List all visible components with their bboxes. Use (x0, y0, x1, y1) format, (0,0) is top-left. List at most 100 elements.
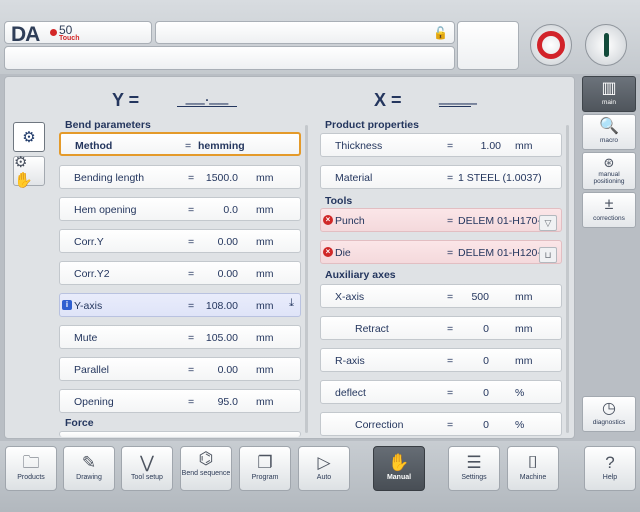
row-force-partial[interactable] (59, 431, 301, 437)
row-label: Method (75, 140, 113, 152)
row-punch[interactable]: × Punch = DELEM 01-H170- ▽ (320, 208, 562, 232)
nav-auto[interactable]: ▷ Auto (298, 446, 350, 491)
row-unit: mm (515, 291, 533, 303)
row-correction[interactable]: Correction = 0 % (320, 412, 562, 436)
info-bar (4, 46, 455, 70)
unlock-icon[interactable]: 🔓 (433, 26, 448, 40)
row-value: 0 (483, 355, 489, 367)
sidebar-label: manual positioning (593, 171, 625, 185)
row-corr-y2[interactable]: Corr.Y2 = 0.00 mm (59, 261, 301, 285)
nav-help[interactable]: ? Help (584, 446, 636, 491)
nav-manual[interactable]: ✋ Manual (373, 446, 425, 491)
row-deflect[interactable]: deflect = 0 % (320, 380, 562, 404)
row-eq: = (447, 247, 454, 259)
row-die[interactable]: × Die = DELEM 01-H120- ⊔ (320, 240, 562, 264)
row-bending-length[interactable]: Bending length = 1500.0 mm (59, 165, 301, 189)
row-value: 0 (483, 387, 489, 399)
die-icon[interactable]: ⊔ (539, 247, 557, 263)
row-value: 108.00 (205, 300, 238, 312)
row-label: Retract (355, 323, 389, 335)
row-unit: mm (256, 396, 274, 408)
row-hem-opening[interactable]: Hem opening = 0.0 mm (59, 197, 301, 221)
row-thickness[interactable]: Thickness = 1.00 mm (320, 133, 562, 157)
row-label: Mute (74, 332, 98, 344)
nav-tool-setup[interactable]: ⋁ Tool setup (121, 446, 173, 491)
nav-settings[interactable]: ☰ Settings (448, 446, 500, 491)
manual-gear-icon[interactable]: ⚙✋ (13, 154, 45, 189)
info-badge-icon: i (62, 300, 72, 310)
row-value: DELEM 01-H120- (458, 247, 541, 259)
logo-sub: Touch (59, 35, 80, 42)
sidebar-label: diagnostics (592, 419, 626, 426)
row-label: Corr.Y (74, 236, 104, 248)
import-icon[interactable]: ⤓ (289, 297, 294, 310)
stop-icon (537, 31, 565, 59)
sidebar-manual-positioning-button[interactable]: ⊛ manual positioning (582, 152, 636, 190)
row-opening[interactable]: Opening = 95.0 mm (59, 389, 301, 413)
x-axis-value: ____ (439, 86, 477, 107)
row-unit: % (515, 419, 525, 431)
bend-sequence-icon: ⌬ (198, 449, 214, 468)
row-value: 0 (483, 323, 489, 335)
stop-button[interactable] (530, 24, 572, 66)
row-value: 1500.0 (205, 172, 238, 184)
row-eq: = (185, 140, 192, 152)
error-badge-icon: × (323, 215, 333, 225)
program-icon: ❐ (257, 453, 273, 472)
row-label: Thickness (335, 140, 383, 152)
sidebar-label: macro (599, 137, 619, 144)
row-y-axis[interactable]: i Y-axis = 108.00 mm ⤓ (59, 293, 301, 317)
left-scrollbar[interactable] (305, 125, 308, 433)
row-label: Punch (335, 215, 365, 227)
settings-icon: ☰ (466, 453, 482, 472)
sidebar-main-button[interactable]: ▥ main (582, 76, 636, 112)
sidebar-label: main (601, 99, 617, 106)
row-corr-y[interactable]: Corr.Y = 0.00 mm (59, 229, 301, 253)
sidebar-corrections-button[interactable]: ± corrections (582, 192, 636, 228)
gears-icon[interactable]: ⚙ (13, 122, 45, 152)
nav-label: Machine (519, 474, 547, 481)
row-unit: mm (256, 300, 274, 312)
tools-title: Tools (325, 195, 353, 207)
row-method[interactable]: Method = hemming (59, 132, 301, 156)
help-icon: ? (605, 453, 615, 472)
row-material[interactable]: Material = 1 STEEL (1.0037) (320, 165, 562, 189)
nav-label: Auto (316, 474, 332, 481)
sidebar-macro-button[interactable]: 🔍 macro (582, 114, 636, 150)
start-button[interactable] (585, 24, 627, 66)
row-value: 0.00 (217, 236, 238, 248)
row-x-axis[interactable]: X-axis = 500 mm (320, 284, 562, 308)
product-properties-title: Product properties (325, 119, 419, 131)
row-unit: mm (256, 332, 274, 344)
nav-bend-sequence[interactable]: ⌬ Bend sequence (180, 446, 232, 491)
row-value: 105.00 (205, 332, 238, 344)
row-label: Correction (355, 419, 404, 431)
logo-text: DA (11, 23, 40, 46)
row-eq: = (447, 215, 454, 227)
message-bar: 🔓 (155, 21, 455, 44)
row-unit: mm (256, 172, 274, 184)
row-mute[interactable]: Mute = 105.00 mm (59, 325, 301, 349)
sidebar-diagnostics-button[interactable]: ◷ diagnostics (582, 396, 636, 432)
row-parallel[interactable]: Parallel = 0.00 mm (59, 357, 301, 381)
right-scrollbar[interactable] (566, 125, 569, 433)
row-value: 0.0 (223, 204, 238, 216)
error-badge-icon: × (323, 247, 333, 257)
auxiliary-axes-title: Auxiliary axes (325, 269, 396, 281)
force-title: Force (65, 417, 94, 429)
row-label: Opening (74, 396, 114, 408)
row-retract[interactable]: Retract = 0 mm (320, 316, 562, 340)
nav-program[interactable]: ❐ Program (239, 446, 291, 491)
punch-icon[interactable]: ▽ (539, 215, 557, 231)
row-r-axis[interactable]: R-axis = 0 mm (320, 348, 562, 372)
row-value: hemming (198, 140, 245, 152)
row-value: 0.00 (217, 364, 238, 376)
status-panel (457, 21, 519, 70)
nav-machine[interactable]: ⌷ Machine (507, 446, 559, 491)
x-axis-label: X = (374, 90, 402, 110)
nav-drawing[interactable]: ✎ Drawing (63, 446, 115, 491)
drawing-icon: ✎ (81, 453, 97, 472)
nav-products[interactable]: 🗀 Products (5, 446, 57, 491)
row-value: 1.00 (480, 140, 501, 152)
row-label: Corr.Y2 (74, 268, 110, 280)
